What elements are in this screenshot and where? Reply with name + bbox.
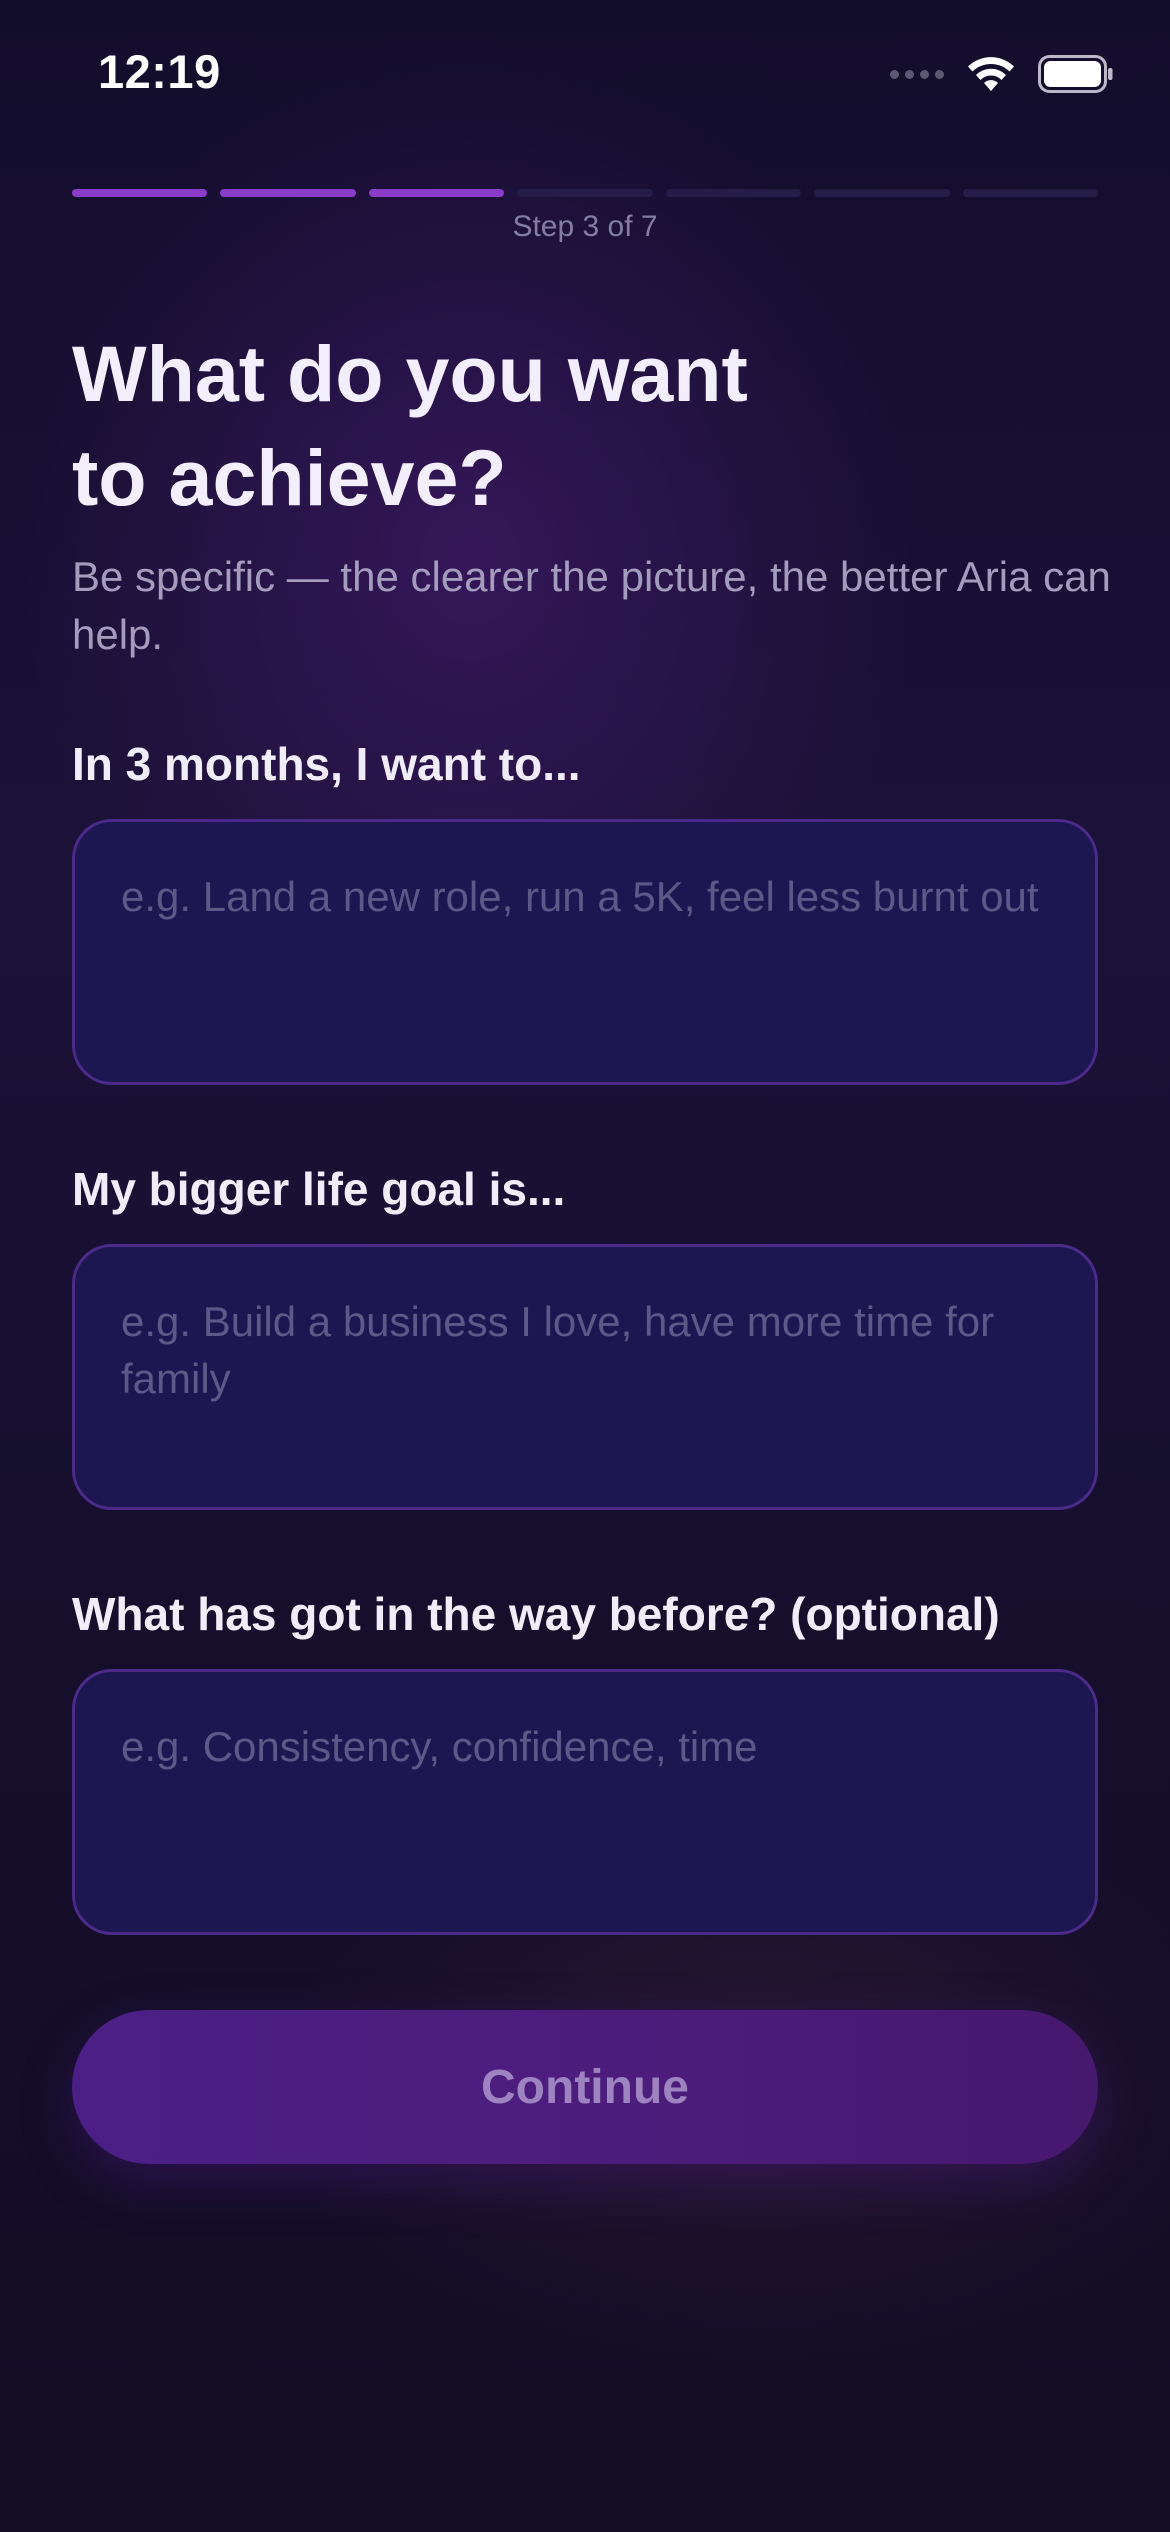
progress-segment-1 bbox=[72, 189, 208, 197]
cellular-signal-icon bbox=[890, 69, 944, 79]
wifi-icon bbox=[968, 57, 1014, 91]
battery-icon bbox=[1038, 55, 1113, 93]
obstacles-input[interactable] bbox=[75, 1672, 1095, 1932]
continue-button[interactable]: Continue bbox=[72, 2010, 1098, 2164]
progress-segment-4 bbox=[517, 189, 653, 197]
page-subtitle: Be specific — the clearer the picture, t… bbox=[72, 553, 1111, 658]
three-month-goal-label: In 3 months, I want to... bbox=[72, 738, 581, 790]
life-goal-input[interactable] bbox=[75, 1247, 1095, 1507]
progress-segment-2 bbox=[220, 189, 356, 197]
onboarding-goals-screen: 12:19 Step 3 of 7 What do you want to ac… bbox=[0, 0, 1170, 2532]
page-title: What do you want to achieve? bbox=[72, 329, 748, 522]
obstacles-label: What has got in the way before? (optiona… bbox=[72, 1588, 1000, 1640]
life-goal-field[interactable] bbox=[72, 1244, 1098, 1510]
step-progress-bar bbox=[72, 189, 1098, 197]
progress-segment-3 bbox=[368, 189, 505, 197]
status-icons bbox=[890, 52, 1114, 96]
three-month-goal-field[interactable] bbox=[72, 819, 1098, 1085]
status-time: 12:19 bbox=[98, 45, 221, 98]
progress-segment-5 bbox=[665, 189, 802, 197]
step-label: Step 3 of 7 bbox=[512, 210, 658, 243]
progress-segment-7 bbox=[962, 189, 1098, 197]
obstacles-field[interactable] bbox=[72, 1669, 1098, 1935]
three-month-goal-input[interactable] bbox=[75, 822, 1095, 1082]
progress-segment-6 bbox=[814, 189, 950, 197]
life-goal-label: My bigger life goal is... bbox=[72, 1163, 566, 1215]
